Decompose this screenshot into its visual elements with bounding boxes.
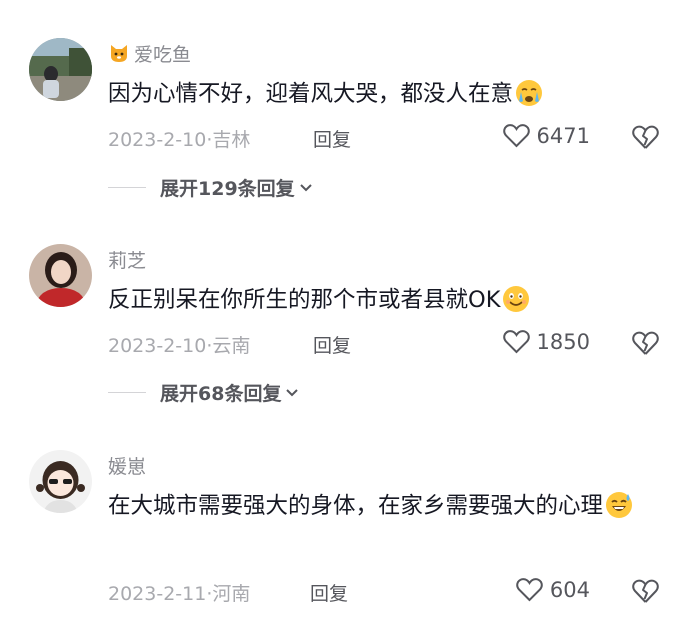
comment-text-content: 反正别呆在你所生的那个市或者县就OK bbox=[108, 287, 501, 313]
expand-replies-label: 展开129条回复 bbox=[160, 178, 295, 200]
chevron-down-icon bbox=[286, 388, 299, 396]
comment-text: 反正别呆在你所生的那个市或者县就OK bbox=[108, 280, 668, 320]
expand-replies-label: 展开68条回复 bbox=[160, 383, 282, 405]
avatar[interactable] bbox=[29, 450, 92, 513]
comment-location: 吉林 bbox=[212, 129, 251, 151]
like-count: 604 bbox=[549, 577, 590, 602]
grinning-sweat-face-icon bbox=[606, 492, 633, 518]
comment-location: 云南 bbox=[212, 335, 251, 357]
divider-line bbox=[108, 391, 146, 394]
heart-icon bbox=[502, 124, 530, 148]
smiling-face-icon bbox=[503, 286, 530, 312]
username[interactable]: 爱吃鱼 bbox=[108, 40, 191, 69]
like-count: 6471 bbox=[536, 123, 590, 148]
reply-button[interactable]: 回复 bbox=[313, 331, 351, 358]
comment-meta: 2023-2-10·云南 bbox=[108, 331, 250, 358]
username-text: 莉芝 bbox=[108, 250, 147, 272]
broken-heart-icon[interactable] bbox=[631, 123, 660, 151]
reply-button[interactable]: 回复 bbox=[313, 125, 351, 152]
heart-icon bbox=[516, 578, 543, 602]
broken-heart-icon[interactable] bbox=[631, 577, 660, 605]
comment-date: 2023-2-10 bbox=[108, 129, 207, 151]
expand-replies-button[interactable]: 展开129条回复 bbox=[108, 174, 313, 201]
comment-meta: 2023-2-11·河南 bbox=[108, 579, 250, 606]
comment-date: 2023-2-11 bbox=[108, 583, 207, 605]
divider-line bbox=[108, 186, 146, 189]
like-button[interactable]: 6471 bbox=[502, 122, 590, 149]
reply-button[interactable]: 回复 bbox=[310, 579, 348, 606]
username-text: 媛崽 bbox=[108, 456, 147, 478]
like-button[interactable]: 1850 bbox=[502, 328, 590, 355]
broken-heart-icon[interactable] bbox=[631, 329, 660, 357]
username-text: 爱吃鱼 bbox=[134, 44, 192, 66]
avatar[interactable] bbox=[29, 38, 92, 101]
username[interactable]: 莉芝 bbox=[108, 246, 146, 273]
expand-replies-button[interactable]: 展开68条回复 bbox=[108, 379, 299, 406]
comment-text-content: 因为心情不好，迎着风大哭，都没人在意 bbox=[108, 81, 514, 107]
username[interactable]: 媛崽 bbox=[108, 452, 146, 479]
like-count: 1850 bbox=[536, 329, 590, 354]
chevron-down-icon bbox=[299, 183, 312, 191]
avatar[interactable] bbox=[29, 244, 92, 307]
comment-meta: 2023-2-10·吉林 bbox=[108, 125, 250, 152]
comment-text: 在大城市需要强大的身体，在家乡需要强大的心理 bbox=[108, 486, 658, 526]
crying-face-icon bbox=[516, 80, 543, 106]
comment-date: 2023-2-10 bbox=[108, 335, 207, 357]
comment-location: 河南 bbox=[212, 583, 251, 605]
comment-text-content: 在大城市需要强大的身体，在家乡需要强大的心理 bbox=[108, 493, 604, 519]
heart-icon bbox=[502, 330, 530, 354]
like-button[interactable]: 604 bbox=[515, 576, 590, 603]
comment-text: 因为心情不好，迎着风大哭，都没人在意 bbox=[108, 74, 668, 114]
cat-badge-icon bbox=[108, 42, 130, 69]
